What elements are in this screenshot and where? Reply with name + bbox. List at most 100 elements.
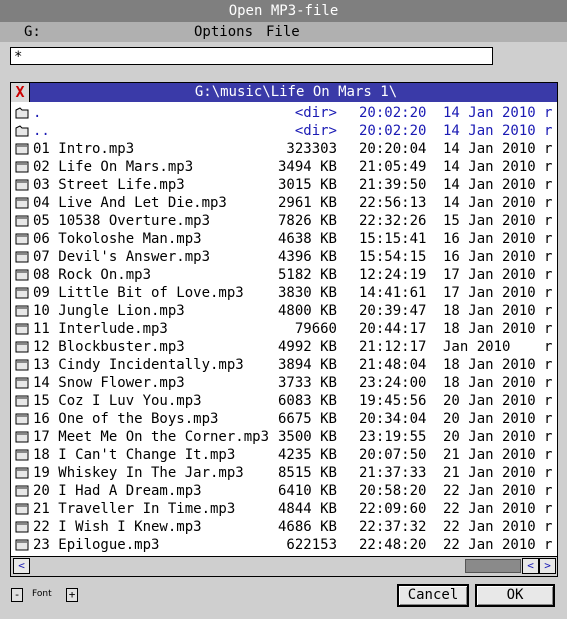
file-name: 02 Life On Mars.mp3 [33, 159, 194, 175]
file-size: 323303 [286, 141, 337, 157]
file-attr: r [544, 483, 553, 499]
file-row[interactable]: 08 Rock On.mp3 5182 KB 12:24:19 17 Jan 2010… [11, 266, 557, 284]
file-row[interactable]: 19 Whiskey In The Jar.mp3 8515 KB 21:37:33… [11, 464, 557, 482]
close-list-button[interactable]: X [11, 83, 30, 102]
file-row[interactable]: 01 Intro.mp3 323303 20:20:04 14 Jan 2010 r [11, 140, 557, 158]
file-time: 20:39:47 [359, 303, 427, 319]
file-attr: r [544, 267, 553, 283]
file-size: 4844 KB [277, 501, 337, 517]
window-title: Open MP3-file [228, 3, 339, 19]
file-row[interactable]: 05 10538 Overture.mp3 7826 KB 22:32:26 15 J… [11, 212, 557, 230]
file-attr: r [544, 339, 553, 355]
file-attr: r [544, 501, 553, 517]
menu-bar: G: Options File [0, 22, 567, 42]
menu-drive[interactable]: G: [24, 22, 41, 42]
file-date: 21 Jan 2010 [443, 447, 536, 463]
file-row[interactable]: 12 Blockbuster.mp3 4992 KB 21:12:17 Jan 201… [11, 338, 557, 356]
file-time: 15:15:41 [359, 231, 427, 247]
file-name: 14 Snow Flower.mp3 [33, 375, 185, 391]
horizontal-scrollbar[interactable]: < < > [11, 556, 557, 576]
file-time: 21:37:33 [359, 465, 427, 481]
window-title-bar[interactable]: Open MP3-file [0, 0, 567, 22]
file-row[interactable]: 15 Coz I Luv You.mp3 6083 KB 19:45:56 20 Ja… [11, 392, 557, 410]
file-size: <dir> [294, 105, 337, 121]
file-attr: r [544, 123, 553, 139]
file-attr: r [544, 213, 553, 229]
file-attr: r [544, 447, 553, 463]
file-date: 14 Jan 2010 [443, 141, 536, 157]
file-attr: r [544, 141, 553, 157]
file-attr: r [544, 195, 553, 211]
file-row[interactable]: 04 Live And Let Die.mp3 2961 KB 22:56:13 14… [11, 194, 557, 212]
scroll-left-secondary-icon[interactable]: < [522, 558, 539, 574]
font-decrease-button[interactable]: - [11, 588, 23, 602]
file-size: 3733 KB [277, 375, 337, 391]
file-date: 22 Jan 2010 [443, 519, 536, 535]
file-attr: r [544, 519, 553, 535]
file-row[interactable]: 02 Life On Mars.mp3 3494 KB 21:05:49 14 Jan… [11, 158, 557, 176]
file-name: . [33, 105, 42, 121]
file-row[interactable]: 23 Epilogue.mp3 622153 22:48:20 22 Jan 2010… [11, 536, 557, 554]
menu-options[interactable]: Options [194, 22, 253, 42]
scroll-right-icon[interactable]: > [539, 558, 556, 574]
cancel-button[interactable]: Cancel [397, 584, 469, 607]
file-size: 4800 KB [277, 303, 337, 319]
file-time: 22:37:32 [359, 519, 427, 535]
scrollbar-thumb[interactable] [465, 559, 521, 573]
file-name: 05 10538 Overture.mp3 [33, 213, 211, 229]
menu-file[interactable]: File [266, 22, 300, 42]
file-time: 21:05:49 [359, 159, 427, 175]
file-size: 4638 KB [277, 231, 337, 247]
file-icon [15, 179, 29, 191]
file-attr: r [544, 429, 553, 445]
directory-row[interactable]: .. <dir> 20:02:20 14 Jan 2010 r [11, 122, 557, 140]
file-row[interactable]: 07 Devil's Answer.mp3 4396 KB 15:54:15 16 J… [11, 248, 557, 266]
file-time: 21:39:50 [359, 177, 427, 193]
ok-button[interactable]: OK [475, 584, 555, 607]
file-date: 22 Jan 2010 [443, 483, 536, 499]
directory-row[interactable]: . <dir> 20:02:20 14 Jan 2010 r [11, 104, 557, 122]
file-icon [15, 359, 29, 371]
file-row[interactable]: 09 Little Bit of Love.mp3 3830 KB 14:41:61… [11, 284, 557, 302]
file-attr: r [544, 105, 553, 121]
file-attr: r [544, 249, 553, 265]
file-time: 20:02:20 [359, 105, 427, 121]
file-size: <dir> [294, 123, 337, 139]
file-name: 11 Interlude.mp3 [33, 321, 168, 337]
file-row[interactable]: 18 I Can't Change It.mp3 4235 KB 20:07:50 2… [11, 446, 557, 464]
file-row[interactable]: 17 Meet Me On the Corner.mp3 3500 KB 23:19… [11, 428, 557, 446]
file-time: 22:56:13 [359, 195, 427, 211]
file-row[interactable]: 03 Street Life.mp3 3015 KB 21:39:50 14 Jan … [11, 176, 557, 194]
file-row[interactable]: 06 Tokoloshe Man.mp3 4638 KB 15:15:41 16 Ja… [11, 230, 557, 248]
font-label: Font [32, 589, 52, 599]
file-name: 12 Blockbuster.mp3 [33, 339, 185, 355]
file-row[interactable]: 22 I Wish I Knew.mp3 4686 KB 22:37:32 22 Ja… [11, 518, 557, 536]
file-time: 20:02:20 [359, 123, 427, 139]
file-row[interactable]: 20 I Had A Dream.mp3 6410 KB 20:58:20 22 Ja… [11, 482, 557, 500]
file-time: 12:24:19 [359, 267, 427, 283]
file-icon [15, 143, 29, 155]
file-size: 3015 KB [277, 177, 337, 193]
file-row[interactable]: 14 Snow Flower.mp3 3733 KB 23:24:00 18 Jan … [11, 374, 557, 392]
font-increase-button[interactable]: + [66, 588, 78, 602]
file-name: 04 Live And Let Die.mp3 [33, 195, 227, 211]
file-size: 79660 [294, 321, 337, 337]
file-row[interactable]: 11 Interlude.mp3 79660 20:44:17 18 Jan 2010… [11, 320, 557, 338]
file-icon [15, 395, 29, 407]
scroll-left-icon[interactable]: < [13, 558, 30, 574]
file-size: 6083 KB [277, 393, 337, 409]
file-row[interactable]: 13 Cindy Incidentally.mp3 3894 KB 21:48:04… [11, 356, 557, 374]
file-size: 3494 KB [277, 159, 337, 175]
file-row[interactable]: 10 Jungle Lion.mp3 4800 KB 20:39:47 18 Jan … [11, 302, 557, 320]
file-time: 20:34:04 [359, 411, 427, 427]
file-date: 14 Jan 2010 [443, 195, 536, 211]
file-row[interactable]: 21 Traveller In Time.mp3 4844 KB 22:09:60 2… [11, 500, 557, 518]
file-icon [15, 287, 29, 299]
file-row[interactable]: 16 One of the Boys.mp3 6675 KB 20:34:04 20 … [11, 410, 557, 428]
file-attr: r [544, 537, 553, 553]
file-name: 21 Traveller In Time.mp3 [33, 501, 236, 517]
file-size: 8515 KB [277, 465, 337, 481]
filename-input[interactable]: *_______________________________________… [10, 47, 493, 65]
file-name: 20 I Had A Dream.mp3 [33, 483, 202, 499]
file-icon [15, 377, 29, 389]
